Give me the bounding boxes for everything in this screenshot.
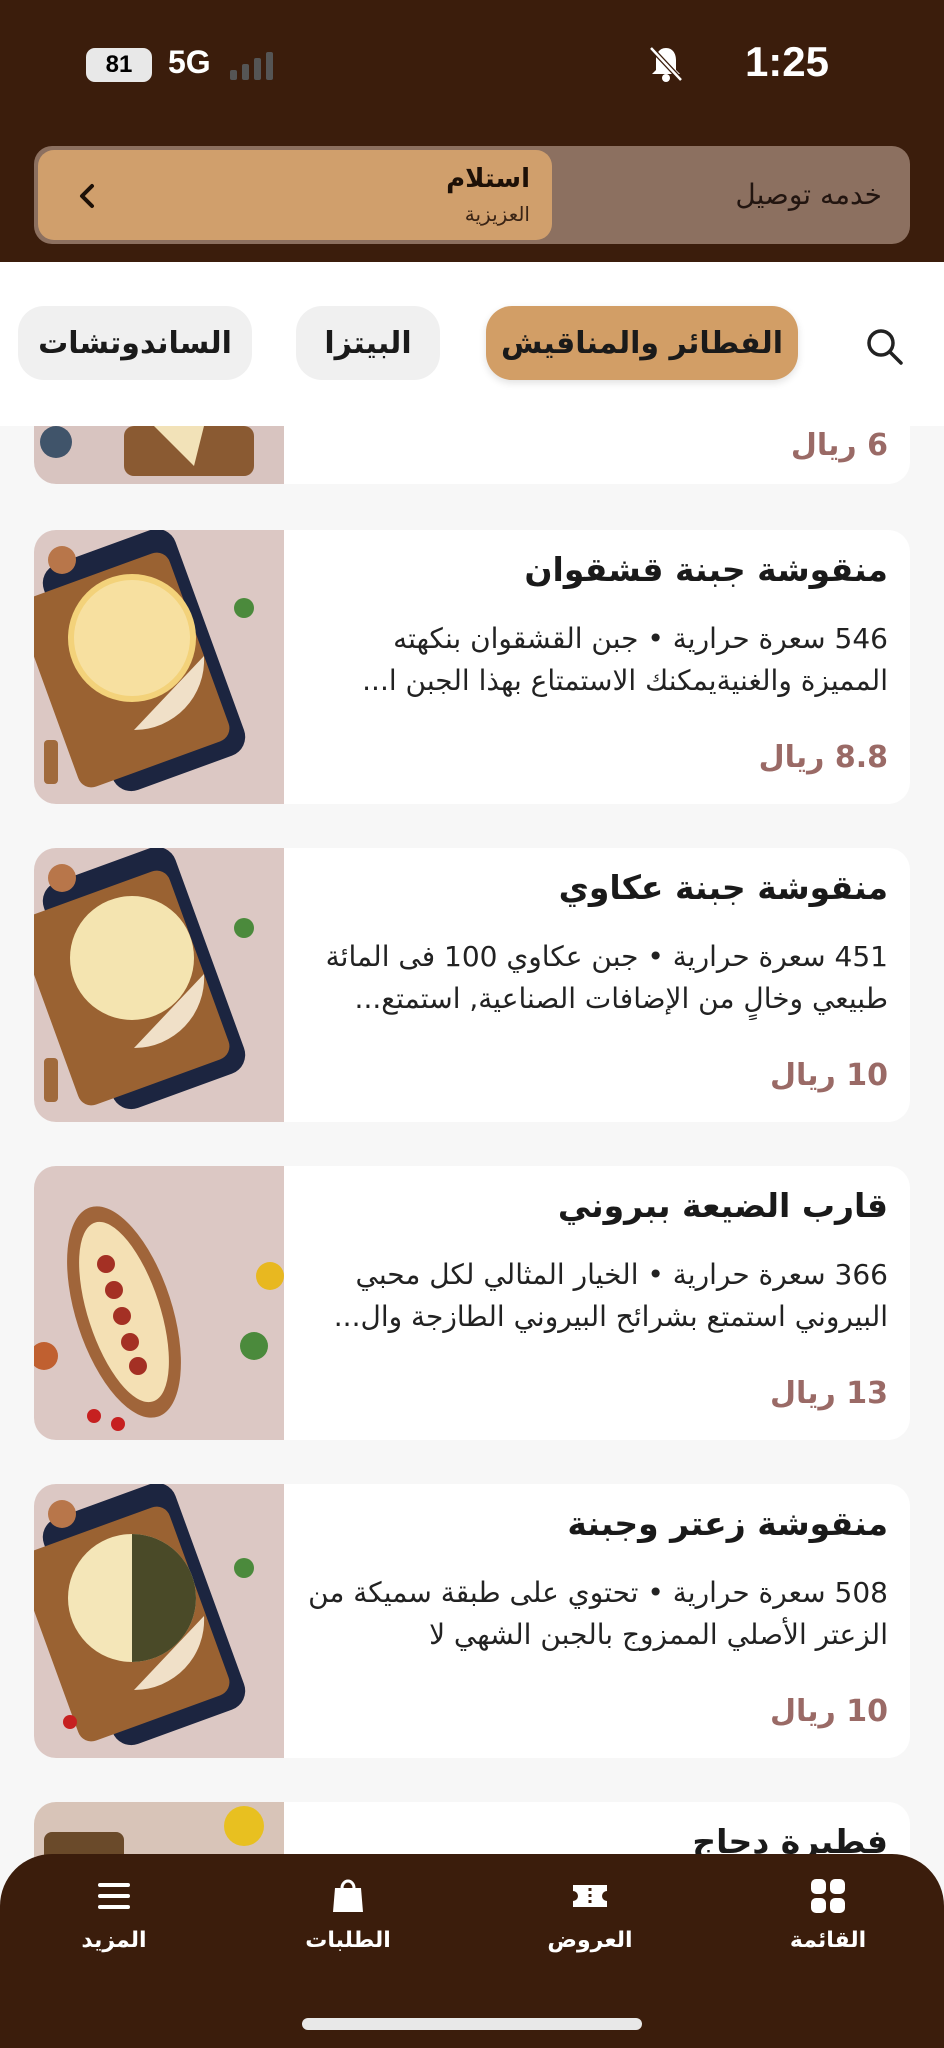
pickup-title: استلام <box>446 164 530 194</box>
nav-more-label: المزيد <box>81 1928 147 1953</box>
chevron-left-icon <box>80 184 94 208</box>
product-price: 10 ريال <box>769 1058 888 1093</box>
nav-menu-label: القائمة <box>789 1928 867 1953</box>
top-header: 81 5G 1:25 استلام العزيزية خدمه توصيل <box>0 0 944 262</box>
nav-more[interactable]: المزيد <box>44 1876 184 1976</box>
product-description: 451 سعرة حرارية • جبن عكاوي 100 فى المائ… <box>325 940 888 1015</box>
category-bar: الفطائر والمناقيش البيتزا الساندوتشات <box>0 262 944 426</box>
product-price: 8.8 ريال <box>758 740 888 775</box>
tab-sandwiches[interactable]: الساندوتشات <box>18 306 252 380</box>
tab-pizza[interactable]: البيتزا <box>296 306 440 380</box>
battery-indicator: 81 <box>86 48 152 82</box>
grid-icon <box>811 1879 845 1913</box>
menu-icon <box>98 1883 130 1909</box>
product-card[interactable]: منقوشة زعتر وجبنة 508 سعرة حرارية • تحتو… <box>34 1484 910 1758</box>
status-time: 1:25 <box>744 38 829 85</box>
nav-orders[interactable]: الطلبات <box>278 1876 418 1976</box>
nav-offers[interactable]: العروض <box>520 1876 660 1976</box>
product-card[interactable]: منقوشة جبنة قشقوان 546 سعرة حرارية • جبن… <box>34 530 910 804</box>
product-description: 508 سعرة حرارية • تحتوي على طبقة سميكة م… <box>308 1576 888 1651</box>
product-image <box>34 1166 284 1440</box>
nav-menu[interactable]: القائمة <box>758 1876 898 1976</box>
product-title: منقوشة جبنة عكاوي <box>558 868 888 907</box>
pickup-location: العزيزية <box>464 202 530 226</box>
product-description: 546 سعرة حرارية • جبن القشقوان بنكهته ال… <box>362 622 888 697</box>
bag-icon <box>333 1879 363 1912</box>
product-description: 366 سعرة حرارية • الخيار المثالي لكل محب… <box>333 1258 888 1333</box>
product-title: قارب الضيعة ببروني <box>557 1186 888 1225</box>
network-label: 5G <box>168 44 211 80</box>
product-title: منقوشة زعتر وجبنة <box>567 1504 888 1543</box>
product-price: 13 ريال <box>769 1376 888 1411</box>
product-card[interactable]: قارب الضيعة ببروني 366 سعرة حرارية • الخ… <box>34 1166 910 1440</box>
status-bar: 81 5G 1:25 <box>0 0 944 130</box>
tab-pies-manakish[interactable]: الفطائر والمناقيش <box>486 306 798 380</box>
nav-orders-label: الطلبات <box>305 1928 391 1953</box>
product-title: منقوشة جبنة قشقوان <box>524 550 888 589</box>
product-image <box>34 1484 284 1758</box>
delivery-option[interactable]: خدمه توصيل <box>735 178 882 211</box>
product-image <box>34 426 284 484</box>
product-price: 6 ريال <box>790 428 888 463</box>
search-icon[interactable] <box>864 326 904 366</box>
ticket-icon <box>573 1885 607 1907</box>
signal-icon <box>230 52 273 80</box>
home-indicator[interactable] <box>302 2018 642 2030</box>
delivery-mode-switch[interactable]: استلام العزيزية خدمه توصيل <box>34 146 910 244</box>
product-card[interactable]: 6 ريال <box>34 426 910 484</box>
product-price: 10 ريال <box>769 1694 888 1729</box>
nav-offers-label: العروض <box>547 1928 633 1953</box>
product-image <box>34 530 284 804</box>
pickup-option[interactable]: استلام العزيزية <box>38 150 552 240</box>
bell-muted-icon <box>649 46 683 82</box>
product-card[interactable]: منقوشة جبنة عكاوي 451 سعرة حرارية • جبن … <box>34 848 910 1122</box>
product-image <box>34 848 284 1122</box>
